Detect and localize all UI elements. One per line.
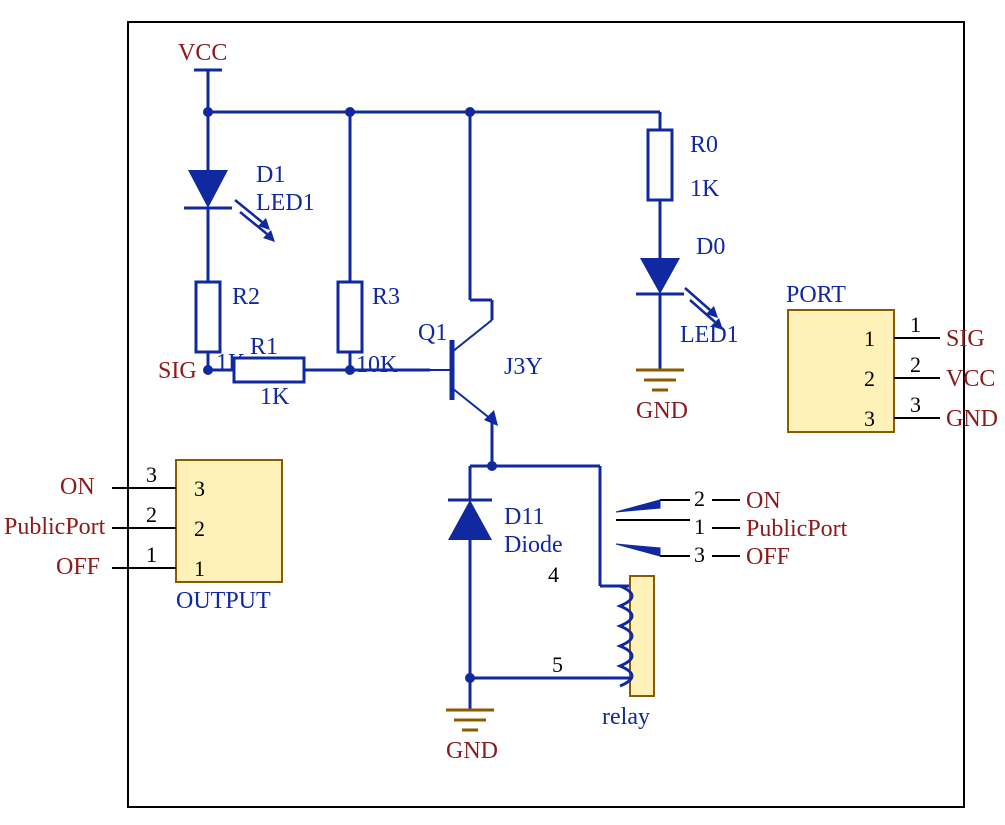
vcc-label: VCC xyxy=(178,40,227,66)
port-pin3-label: GND xyxy=(946,406,998,432)
relay-pin5-num: 5 xyxy=(552,652,563,677)
relay-contacts: 2 ON 1 PublicPort 3 OFF xyxy=(616,486,848,570)
r2-ref: R2 xyxy=(232,284,260,310)
q1-part: J3Y xyxy=(504,354,543,380)
relay-coil-body xyxy=(630,576,654,696)
r3-ref: R3 xyxy=(372,284,400,310)
output-pin1-num: 1 xyxy=(146,542,157,567)
sig-left-label: SIG xyxy=(158,358,197,384)
r3-value: 10K xyxy=(356,352,398,378)
port-pin1-label: SIG xyxy=(946,326,985,352)
d11-diode xyxy=(448,500,492,540)
d0-ref: D0 xyxy=(696,234,725,260)
d11-ref: D11 xyxy=(504,504,544,530)
r2-body xyxy=(196,282,220,352)
port-pin3-in: 3 xyxy=(864,406,875,431)
relay-pin3-label: OFF xyxy=(746,544,790,570)
output-pin3-in: 3 xyxy=(194,476,205,501)
output-pin1-in: 1 xyxy=(194,556,205,581)
relay-pin4-num: 4 xyxy=(548,562,559,587)
port-pin2-label: VCC xyxy=(946,366,995,392)
schematic-canvas: VCC R0 1K D0 LED1 GND D1 LED1 R2 1K SIG … xyxy=(0,0,1005,825)
r3-body xyxy=(338,282,362,352)
port-pin1-num: 1 xyxy=(910,312,921,337)
r0-body xyxy=(648,130,672,200)
output-pin2-in: 2 xyxy=(194,516,205,541)
relay-pin2-num: 2 xyxy=(694,486,705,511)
r0-ref: R0 xyxy=(690,132,718,158)
output-pin3-label: ON xyxy=(60,474,95,500)
d1-type: LED1 xyxy=(256,190,315,216)
gnd-main-label: GND xyxy=(446,738,498,764)
port-name: PORT xyxy=(786,282,846,308)
port-pin3-num: 3 xyxy=(910,392,921,417)
output-pin1-label: OFF xyxy=(56,554,100,580)
output-pin2-num: 2 xyxy=(146,502,157,527)
r1-ref: R1 xyxy=(250,334,278,360)
gnd-d0-label: GND xyxy=(636,398,688,424)
d11-type: Diode xyxy=(504,532,563,558)
relay-pin1-label: PublicPort xyxy=(746,516,848,542)
relay-pin2-label: ON xyxy=(746,488,781,514)
port-pin1-in: 1 xyxy=(864,326,875,351)
relay-pin1-num: 1 xyxy=(694,514,705,539)
d1-ref: D1 xyxy=(256,162,285,188)
r1-value: 1K xyxy=(260,384,290,410)
relay-pin3-num: 3 xyxy=(694,542,705,567)
gnd-main xyxy=(446,690,494,730)
r1-body xyxy=(234,358,304,382)
d0-type: LED1 xyxy=(680,322,739,348)
q1-ref: Q1 xyxy=(418,320,447,346)
r0-value: 1K xyxy=(690,176,720,202)
relay-name: relay xyxy=(602,704,650,730)
output-name: OUTPUT xyxy=(176,588,271,614)
output-pin2-label: PublicPort xyxy=(4,514,106,540)
output-connector xyxy=(176,460,282,582)
output-pin3-num: 3 xyxy=(146,462,157,487)
port-pin2-in: 2 xyxy=(864,366,875,391)
port-pin2-num: 2 xyxy=(910,352,921,377)
port-connector xyxy=(788,310,894,432)
gnd-d0 xyxy=(636,350,684,390)
